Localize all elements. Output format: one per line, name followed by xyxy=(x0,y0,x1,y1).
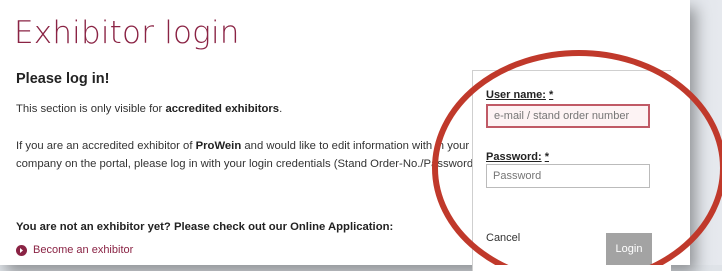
not-exhibitor-text: You are not an exhibitor yet? Please che… xyxy=(16,221,394,233)
password-input[interactable] xyxy=(486,164,650,188)
username-label: User name: * xyxy=(486,89,554,101)
info-text: If you are an accredited exhibitor of Pr… xyxy=(16,137,486,173)
intro-prefix: This section is only visible for xyxy=(16,103,166,115)
page-title: Exhibitor login xyxy=(14,15,240,51)
intro-bold: accredited exhibitors xyxy=(165,103,280,115)
become-exhibitor-label: Become an exhibitor xyxy=(33,244,134,256)
login-button[interactable]: Login xyxy=(606,233,652,265)
intro-text: This section is only visible for accredi… xyxy=(16,100,282,118)
cancel-button[interactable]: Cancel xyxy=(486,232,520,244)
info-bold: ProWein xyxy=(195,140,242,152)
info-prefix: If you are an accredited exhibitor of xyxy=(16,140,196,152)
login-page: Exhibitor login Please log in! This sect… xyxy=(0,0,690,271)
password-label: Password: * xyxy=(486,151,549,163)
intro-suffix: . xyxy=(279,103,283,115)
username-input[interactable] xyxy=(486,104,650,128)
arrow-right-icon xyxy=(16,244,27,256)
become-exhibitor-link[interactable]: Become an exhibitor xyxy=(16,244,133,256)
subtitle: Please log in! xyxy=(16,71,110,87)
